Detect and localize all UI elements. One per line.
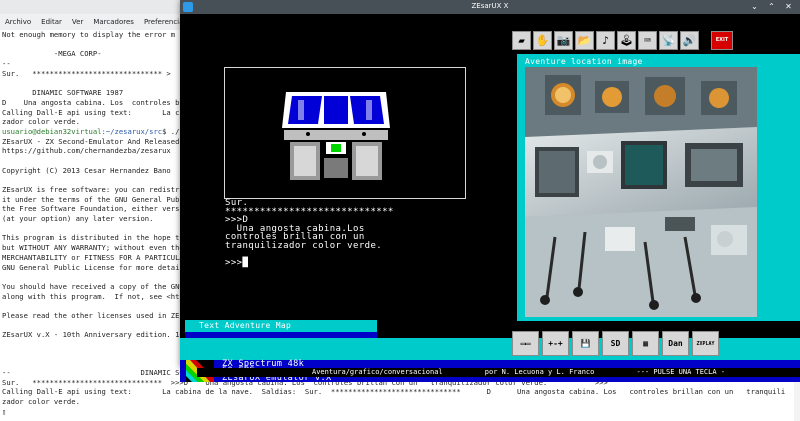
hard-disk-icon[interactable]: ▦: [632, 331, 659, 356]
terminal-line: Please read the other licenses used in Z…: [2, 310, 180, 320]
zx-logo-icon[interactable]: ▰: [512, 30, 531, 50]
terminal-menu-item[interactable]: Ver: [67, 18, 88, 26]
terminal-line: it under the terms of the GNU General Pu…: [2, 194, 180, 204]
emulator-screen[interactable]: Sur. ***************************** >>>D …: [180, 14, 800, 382]
terminal-line: ZEsarUX v.X - 10th Anniversary edition. …: [2, 330, 180, 340]
terminal-line: -MEGA CORP-: [2, 49, 102, 59]
terminal-line: This program is distributed in the hope …: [2, 233, 180, 243]
terminal-line: along with this program. If not, see <ht…: [2, 291, 180, 301]
tape-icon[interactable]: ▭▭: [512, 331, 539, 356]
terminal-menu-item[interactable]: Archivo: [0, 18, 36, 26]
terminal-line: --: [2, 59, 11, 69]
zesarux-titlebar[interactable]: ZEsarUX X ⌄ ⌃ ✕: [180, 0, 800, 14]
terminal-line: usuario@debian32virtual:~/zesarux/src$ .…: [2, 127, 180, 137]
cartridge-icon[interactable]: +-+: [542, 331, 569, 356]
terminal-line: Calling Dall-E api using text: La c: [2, 107, 180, 117]
keyboard-icon[interactable]: ⌨: [638, 30, 657, 50]
control-panel-photo: [525, 67, 757, 317]
zesarux-window[interactable]: ZEsarUX X ⌄ ⌃ ✕ Sur. *******************…: [180, 0, 800, 382]
prompt-path: :~/zesarux/src: [101, 126, 163, 136]
chevron-down-icon[interactable]: ⌄: [749, 1, 760, 12]
terminal-line: but WITHOUT ANY WARRANTY; without even t…: [2, 243, 180, 253]
terminal-menubar: ArchivoEditarVerMarcadoresPreferenciasAy: [0, 14, 206, 30]
exit-button[interactable]: EXIT: [711, 30, 733, 50]
divmmc-icon[interactable]: Dan: [662, 331, 689, 356]
prompt-command: $ ./z: [162, 126, 180, 136]
terminal-line: zador color verde.: [2, 397, 80, 407]
spaceship-cockpit-illustration: [278, 86, 394, 186]
music-note-icon[interactable]: ♪: [596, 30, 615, 50]
terminal-line: https://github.com/chernandezba/zesarux: [2, 146, 171, 156]
terminal-line: Not enough memory to display the error m: [2, 30, 176, 39]
terminal-output-top: Not enough memory to display the error m…: [2, 30, 180, 342]
prompt-user: usuario@debian32virtual: [2, 126, 102, 136]
terminal-line: D Una angosta cabina. Los controles b: [2, 97, 180, 107]
hand-icon[interactable]: ✋: [533, 30, 552, 50]
adventure-text: Sur. ***************************** >>>D …: [225, 198, 394, 269]
tape-player-icon[interactable]: ZXPLAY: [692, 331, 719, 356]
device-toolbar: ▭▭ +-+ 💾 SD ▦ Dan ZXPLAY: [512, 331, 719, 356]
terminal-line: DINAMIC SOFTWARE 1987: [2, 88, 124, 98]
terminal-line: GNU General Public License for more deta…: [2, 262, 180, 272]
sd-card-icon[interactable]: SD: [602, 331, 629, 356]
camera-icon[interactable]: 📷: [554, 30, 573, 50]
antenna-icon[interactable]: 📡: [659, 30, 678, 50]
zesarux-toolbar: ▰ ✋ 📷 📂 ♪ 🕹 ⌨ 📡 🔊 EXIT: [512, 29, 800, 51]
terminal-menu-item[interactable]: Marcadores: [88, 18, 139, 26]
joystick-icon[interactable]: 🕹: [617, 30, 636, 50]
terminal-line: zador color verde.: [2, 117, 80, 127]
terminal-line: MERCHANTABILITY or FITNESS FOR A PARTICU…: [2, 252, 180, 262]
window-title: ZEsarUX X: [471, 2, 509, 10]
adventure-map-title[interactable]: Text Adventure Map: [199, 321, 291, 330]
terminal-line: You should have received a copy of the G…: [2, 281, 180, 291]
terminal-line: ▯: [2, 406, 7, 416]
terminal-menu-item[interactable]: Editar: [36, 18, 67, 26]
speaker-icon[interactable]: 🔊: [680, 30, 699, 50]
chevron-up-icon[interactable]: ⌃: [766, 1, 777, 12]
terminal-line: ZEsarUX is free software: you can redist…: [2, 185, 180, 194]
close-icon[interactable]: ✕: [783, 1, 794, 12]
window-controls: ⌄ ⌃ ✕: [749, 1, 794, 12]
folder-icon[interactable]: 📂: [575, 30, 594, 50]
location-image-window[interactable]: Aventure location image: [517, 54, 800, 321]
terminal-line: Sur. ****************************** >: [2, 68, 171, 78]
floppy-icon[interactable]: 💾: [572, 331, 599, 356]
terminal-line: ZEsarUX - ZX Second-Emulator And Release…: [2, 136, 180, 146]
terminal-line: Calling Dall-E api using text: La cabina…: [2, 387, 786, 397]
terminal-line: the Free Software Foundation, either ver…: [2, 204, 180, 214]
location-image-title[interactable]: Aventure location image: [525, 57, 643, 66]
terminal-status-line: Aventura/grafico/conversacional por N. L…: [197, 368, 800, 377]
terminal-line: (at your option) any later version.: [2, 214, 154, 224]
terminal-line: Copyright (C) 2013 Cesar Hernandez Bano: [2, 165, 171, 175]
